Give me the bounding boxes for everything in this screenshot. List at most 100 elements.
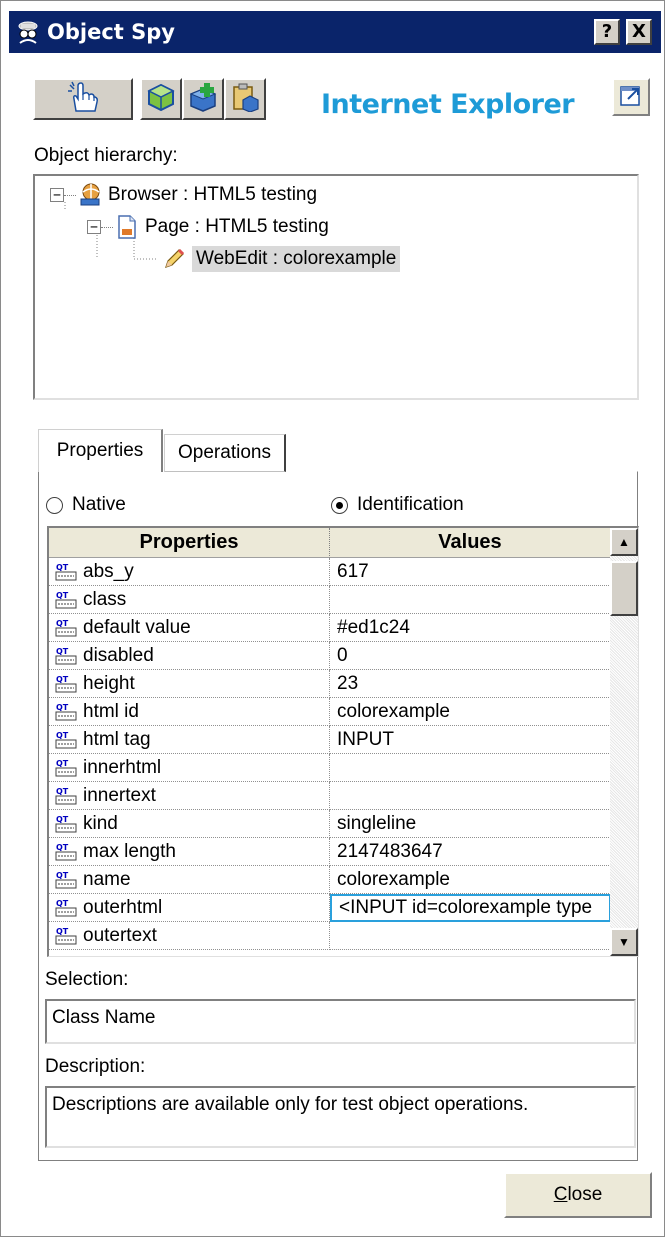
- collapse-toggle[interactable]: −: [87, 220, 101, 234]
- property-row[interactable]: QT class: [49, 586, 611, 614]
- property-name: innerhtml: [83, 756, 162, 778]
- property-row[interactable]: QT height 23: [49, 670, 611, 698]
- property-cell: QT innerhtml: [49, 754, 330, 782]
- title-bar: Object Spy ? X: [9, 11, 661, 53]
- value-cell[interactable]: #ed1c24: [330, 614, 611, 642]
- value-cell[interactable]: [330, 586, 611, 614]
- svg-text:QT: QT: [56, 927, 69, 936]
- value-cell[interactable]: 0: [330, 642, 611, 670]
- value-cell[interactable]: <INPUT id=colorexample type: [330, 894, 611, 922]
- value-cell[interactable]: [330, 754, 611, 782]
- property-name: innertext: [83, 784, 156, 806]
- value-cell[interactable]: singleline: [330, 810, 611, 838]
- property-cell: QT disabled: [49, 642, 330, 670]
- property-name: class: [83, 588, 127, 610]
- property-row[interactable]: QT outertext: [49, 922, 611, 950]
- browser-type-label: Internet Explorer: [321, 89, 575, 120]
- add-object-button[interactable]: [182, 78, 224, 120]
- property-value: INPUT: [337, 728, 394, 750]
- collapse-toggle[interactable]: −: [50, 188, 64, 202]
- property-row[interactable]: QT html tag INPUT: [49, 726, 611, 754]
- scroll-up-button[interactable]: ▲: [610, 528, 638, 556]
- property-row[interactable]: QT innertext: [49, 782, 611, 810]
- value-cell[interactable]: 2147483647: [330, 838, 611, 866]
- property-name: name: [83, 868, 131, 890]
- property-row[interactable]: QT abs_y 617: [49, 558, 611, 586]
- value-cell[interactable]: 617: [330, 558, 611, 586]
- close-button[interactable]: Close: [504, 1172, 652, 1218]
- svg-text:QT: QT: [56, 703, 69, 712]
- svg-text:QT: QT: [56, 619, 69, 628]
- value-cell[interactable]: colorexample: [330, 698, 611, 726]
- object-hierarchy-label: Object hierarchy:: [34, 145, 178, 166]
- property-value: <INPUT id=colorexample type: [339, 897, 593, 918]
- property-row[interactable]: QT html id colorexample: [49, 698, 611, 726]
- tree-node-browser[interactable]: − Browser : HTML5 testing: [50, 179, 317, 211]
- svg-text:QT: QT: [56, 731, 69, 740]
- pointing-hand-button[interactable]: [33, 78, 133, 120]
- identification-radio[interactable]: Identification: [331, 494, 464, 516]
- property-cell: QT class: [49, 586, 330, 614]
- property-row[interactable]: QT kind singleline: [49, 810, 611, 838]
- property-row[interactable]: QT innerhtml: [49, 754, 611, 782]
- tree-node-page[interactable]: − Page : HTML5 testing: [87, 211, 329, 243]
- copy-object-button[interactable]: [224, 78, 266, 120]
- svg-text:QT: QT: [56, 899, 69, 908]
- tab-properties[interactable]: Properties: [38, 429, 163, 472]
- value-cell[interactable]: [330, 922, 611, 950]
- property-cell: QT default value: [49, 614, 330, 642]
- grid-scrollbar[interactable]: ▲ ▼: [610, 528, 638, 956]
- property-name: html tag: [83, 728, 151, 750]
- scroll-thumb[interactable]: [610, 561, 638, 616]
- svg-text:QT: QT: [56, 787, 69, 796]
- values-column-header[interactable]: Values: [330, 528, 611, 558]
- radio-selected: [331, 496, 348, 514]
- property-type-icon: QT: [55, 730, 79, 750]
- object-hierarchy-tree[interactable]: − Browser : HTML5 testing − Page: HTML5…: [33, 174, 639, 400]
- property-name: max length: [83, 840, 176, 862]
- close-window-button[interactable]: X: [626, 19, 652, 45]
- property-cell: QT max length: [49, 838, 330, 866]
- close-button-label: Close: [553, 1184, 603, 1205]
- selection-label: Selection:: [45, 969, 129, 990]
- native-radio[interactable]: Native: [46, 494, 126, 516]
- property-row[interactable]: QT default value #ed1c24: [49, 614, 611, 642]
- property-cell: QT abs_y: [49, 558, 330, 586]
- scroll-down-button[interactable]: ▼: [610, 928, 638, 956]
- value-cell[interactable]: 23: [330, 670, 611, 698]
- add-object-icon: [188, 82, 218, 117]
- property-name: height: [83, 672, 135, 694]
- property-row[interactable]: QT outerhtml <INPUT id=colorexample type: [49, 894, 611, 922]
- selection-field[interactable]: Class Name: [45, 999, 636, 1044]
- property-name: html id: [83, 700, 139, 722]
- pointing-hand-icon: [66, 81, 100, 118]
- property-type-icon: QT: [55, 618, 79, 638]
- property-row[interactable]: QT name colorexample: [49, 866, 611, 894]
- property-value: 23: [337, 672, 359, 694]
- tab-operations[interactable]: Operations: [164, 434, 286, 472]
- help-button[interactable]: ?: [594, 19, 620, 45]
- property-cell: QT height: [49, 670, 330, 698]
- property-name: kind: [83, 812, 118, 834]
- value-cell[interactable]: colorexample: [330, 866, 611, 894]
- property-row[interactable]: QT max length 2147483647: [49, 838, 611, 866]
- properties-grid[interactable]: Properties Values QT abs_y 617 QT class QT def…: [47, 526, 639, 957]
- copy-object-icon: [230, 82, 260, 117]
- properties-column-header[interactable]: Properties: [49, 528, 330, 558]
- description-field: Descriptions are available only for test…: [45, 1086, 636, 1148]
- property-type-icon: QT: [55, 590, 79, 610]
- svg-text:QT: QT: [56, 815, 69, 824]
- highlight-object-button[interactable]: [140, 78, 182, 120]
- property-row[interactable]: QT disabled 0: [49, 642, 611, 670]
- property-type-icon: QT: [55, 870, 79, 890]
- svg-text:QT: QT: [56, 759, 69, 768]
- property-type-icon: QT: [55, 758, 79, 778]
- property-type-icon: QT: [55, 842, 79, 862]
- value-cell[interactable]: [330, 782, 611, 810]
- property-type-icon: QT: [55, 814, 79, 834]
- tree-node-webedit[interactable]: WebEdit : colorexample: [160, 243, 401, 275]
- property-type-icon: QT: [55, 926, 79, 946]
- tree-node-label: Browser : HTML5 testing: [108, 184, 318, 205]
- value-cell[interactable]: INPUT: [330, 726, 611, 754]
- open-dialog-button[interactable]: [612, 78, 650, 116]
